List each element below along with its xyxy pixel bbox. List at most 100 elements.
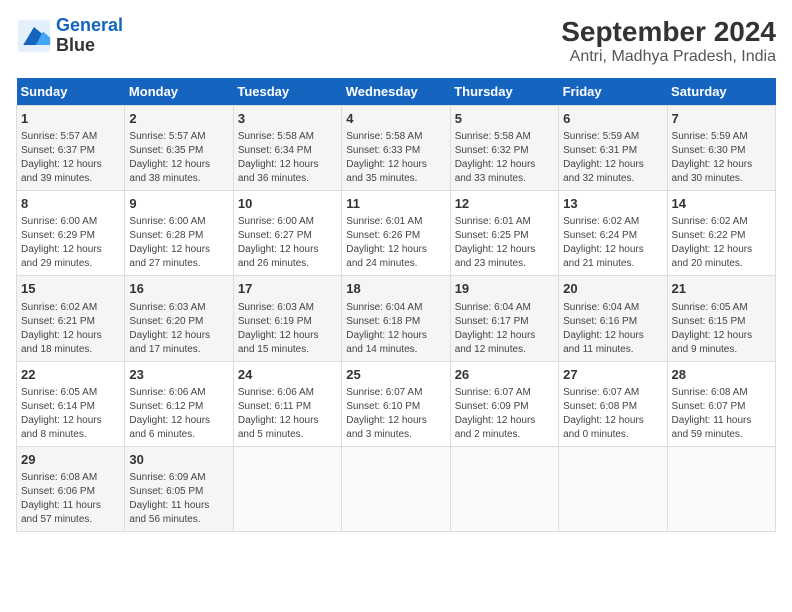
calendar-cell: 10 Sunrise: 6:00 AM Sunset: 6:27 PM Dayli… <box>233 191 341 276</box>
calendar-cell: 20Sunrise: 6:04 AM Sunset: 6:16 PM Dayli… <box>559 276 667 361</box>
day-info: Sunrise: 5:57 AM Sunset: 6:37 PM Dayligh… <box>21 130 120 186</box>
day-number: 19 <box>455 280 554 298</box>
day-number: 24 <box>238 366 337 384</box>
calendar-cell: 5 Sunrise: 5:58 AM Sunset: 6:32 PM Daylig… <box>450 106 558 191</box>
calendar-cell: 2 Sunrise: 5:57 AM Sunset: 6:35 PM Daylig… <box>125 106 233 191</box>
calendar-cell <box>342 446 450 531</box>
day-number: 4 <box>346 110 445 128</box>
page-subtitle: Antri, Madhya Pradesh, India <box>561 48 776 66</box>
calendar-cell: 9 Sunrise: 6:00 AM Sunset: 6:28 PM Daylig… <box>125 191 233 276</box>
day-number: 27 <box>563 366 662 384</box>
day-info: Sunrise: 6:02 AM Sunset: 6:22 PM Dayligh… <box>672 215 771 271</box>
calendar-week-2: 8Sunrise: 6:00 AM Sunset: 6:29 PM Daylig… <box>17 191 776 276</box>
calendar-body: 1Sunrise: 5:57 AM Sunset: 6:37 PM Daylig… <box>17 106 776 532</box>
day-number: 15 <box>21 280 120 298</box>
calendar-cell: 21Sunrise: 6:05 AM Sunset: 6:15 PM Dayli… <box>667 276 775 361</box>
day-info: Sunrise: 6:07 AM Sunset: 6:10 PM Dayligh… <box>346 386 445 442</box>
day-info: Sunrise: 6:00 AM Sunset: 6:28 PM Dayligh… <box>129 215 228 271</box>
calendar-cell: 30 Sunrise: 6:09 AM Sunset: 6:05 PM Dayli… <box>125 446 233 531</box>
day-number: 30 <box>129 451 228 469</box>
calendar-cell: 1Sunrise: 5:57 AM Sunset: 6:37 PM Daylig… <box>17 106 125 191</box>
logo-icon <box>16 18 52 54</box>
calendar-table: SundayMondayTuesdayWednesdayThursdayFrid… <box>16 78 776 532</box>
calendar-cell: 11 Sunrise: 6:01 AM Sunset: 6:26 PM Dayli… <box>342 191 450 276</box>
calendar-cell: 26 Sunrise: 6:07 AM Sunset: 6:09 PM Dayli… <box>450 361 558 446</box>
calendar-cell: 25 Sunrise: 6:07 AM Sunset: 6:10 PM Dayli… <box>342 361 450 446</box>
day-info: Sunrise: 5:57 AM Sunset: 6:35 PM Dayligh… <box>129 130 228 186</box>
day-number: 11 <box>346 195 445 213</box>
day-number: 14 <box>672 195 771 213</box>
calendar-cell: 6 Sunrise: 5:59 AM Sunset: 6:31 PM Daylig… <box>559 106 667 191</box>
day-number: 26 <box>455 366 554 384</box>
day-number: 21 <box>672 280 771 298</box>
column-header-wednesday: Wednesday <box>342 78 450 106</box>
day-info: Sunrise: 6:02 AM Sunset: 6:24 PM Dayligh… <box>563 215 662 271</box>
day-info: Sunrise: 5:58 AM Sunset: 6:32 PM Dayligh… <box>455 130 554 186</box>
calendar-cell: 27 Sunrise: 6:07 AM Sunset: 6:08 PM Dayli… <box>559 361 667 446</box>
day-number: 23 <box>129 366 228 384</box>
page-header: General Blue September 2024 Antri, Madhy… <box>16 16 776 66</box>
calendar-week-4: 22 Sunrise: 6:05 AM Sunset: 6:14 PM Dayli… <box>17 361 776 446</box>
day-info: Sunrise: 6:05 AM Sunset: 6:14 PM Dayligh… <box>21 386 120 442</box>
day-info: Sunrise: 6:01 AM Sunset: 6:26 PM Dayligh… <box>346 215 445 271</box>
calendar-cell: 18 Sunrise: 6:04 AM Sunset: 6:18 PM Dayli… <box>342 276 450 361</box>
day-info: Sunrise: 5:59 AM Sunset: 6:31 PM Dayligh… <box>563 130 662 186</box>
calendar-cell: 22 Sunrise: 6:05 AM Sunset: 6:14 PM Dayli… <box>17 361 125 446</box>
calendar-cell: 23 Sunrise: 6:06 AM Sunset: 6:12 PM Dayli… <box>125 361 233 446</box>
calendar-cell: 8Sunrise: 6:00 AM Sunset: 6:29 PM Daylig… <box>17 191 125 276</box>
day-number: 7 <box>672 110 771 128</box>
calendar-cell: 24Sunrise: 6:06 AM Sunset: 6:11 PM Dayli… <box>233 361 341 446</box>
calendar-cell: 28Sunrise: 6:08 AM Sunset: 6:07 PM Dayli… <box>667 361 775 446</box>
day-info: Sunrise: 6:08 AM Sunset: 6:07 PM Dayligh… <box>672 386 771 442</box>
day-info: Sunrise: 6:01 AM Sunset: 6:25 PM Dayligh… <box>455 215 554 271</box>
page-title: September 2024 <box>561 16 776 48</box>
column-header-thursday: Thursday <box>450 78 558 106</box>
day-number: 17 <box>238 280 337 298</box>
calendar-cell: 14 Sunrise: 6:02 AM Sunset: 6:22 PM Dayli… <box>667 191 775 276</box>
calendar-cell: 16 Sunrise: 6:03 AM Sunset: 6:20 PM Dayli… <box>125 276 233 361</box>
day-number: 10 <box>238 195 337 213</box>
calendar-week-1: 1Sunrise: 5:57 AM Sunset: 6:37 PM Daylig… <box>17 106 776 191</box>
day-info: Sunrise: 5:59 AM Sunset: 6:30 PM Dayligh… <box>672 130 771 186</box>
column-header-sunday: Sunday <box>17 78 125 106</box>
column-header-monday: Monday <box>125 78 233 106</box>
calendar-cell: 17 Sunrise: 6:03 AM Sunset: 6:19 PM Dayli… <box>233 276 341 361</box>
day-info: Sunrise: 6:04 AM Sunset: 6:17 PM Dayligh… <box>455 301 554 357</box>
day-number: 8 <box>21 195 120 213</box>
calendar-cell: 4 Sunrise: 5:58 AM Sunset: 6:33 PM Daylig… <box>342 106 450 191</box>
day-info: Sunrise: 6:00 AM Sunset: 6:27 PM Dayligh… <box>238 215 337 271</box>
day-info: Sunrise: 6:08 AM Sunset: 6:06 PM Dayligh… <box>21 471 120 527</box>
day-info: Sunrise: 5:58 AM Sunset: 6:33 PM Dayligh… <box>346 130 445 186</box>
day-info: Sunrise: 6:02 AM Sunset: 6:21 PM Dayligh… <box>21 301 120 357</box>
day-number: 16 <box>129 280 228 298</box>
day-number: 2 <box>129 110 228 128</box>
day-number: 25 <box>346 366 445 384</box>
column-header-saturday: Saturday <box>667 78 775 106</box>
calendar-cell: 29 Sunrise: 6:08 AM Sunset: 6:06 PM Dayli… <box>17 446 125 531</box>
day-number: 5 <box>455 110 554 128</box>
calendar-cell: 19 Sunrise: 6:04 AM Sunset: 6:17 PM Dayli… <box>450 276 558 361</box>
day-number: 22 <box>21 366 120 384</box>
day-info: Sunrise: 6:06 AM Sunset: 6:12 PM Dayligh… <box>129 386 228 442</box>
day-info: Sunrise: 6:03 AM Sunset: 6:20 PM Dayligh… <box>129 301 228 357</box>
column-header-tuesday: Tuesday <box>233 78 341 106</box>
calendar-header: SundayMondayTuesdayWednesdayThursdayFrid… <box>17 78 776 106</box>
logo-text: General Blue <box>56 16 123 56</box>
calendar-week-3: 15 Sunrise: 6:02 AM Sunset: 6:21 PM Dayli… <box>17 276 776 361</box>
day-info: Sunrise: 6:07 AM Sunset: 6:09 PM Dayligh… <box>455 386 554 442</box>
day-info: Sunrise: 6:09 AM Sunset: 6:05 PM Dayligh… <box>129 471 228 527</box>
day-number: 20 <box>563 280 662 298</box>
day-number: 29 <box>21 451 120 469</box>
day-number: 9 <box>129 195 228 213</box>
day-info: Sunrise: 6:03 AM Sunset: 6:19 PM Dayligh… <box>238 301 337 357</box>
day-number: 18 <box>346 280 445 298</box>
day-number: 6 <box>563 110 662 128</box>
calendar-cell <box>233 446 341 531</box>
day-number: 3 <box>238 110 337 128</box>
day-info: Sunrise: 6:07 AM Sunset: 6:08 PM Dayligh… <box>563 386 662 442</box>
day-info: Sunrise: 6:04 AM Sunset: 6:18 PM Dayligh… <box>346 301 445 357</box>
day-number: 12 <box>455 195 554 213</box>
column-header-friday: Friday <box>559 78 667 106</box>
calendar-cell: 13Sunrise: 6:02 AM Sunset: 6:24 PM Dayli… <box>559 191 667 276</box>
day-info: Sunrise: 5:58 AM Sunset: 6:34 PM Dayligh… <box>238 130 337 186</box>
